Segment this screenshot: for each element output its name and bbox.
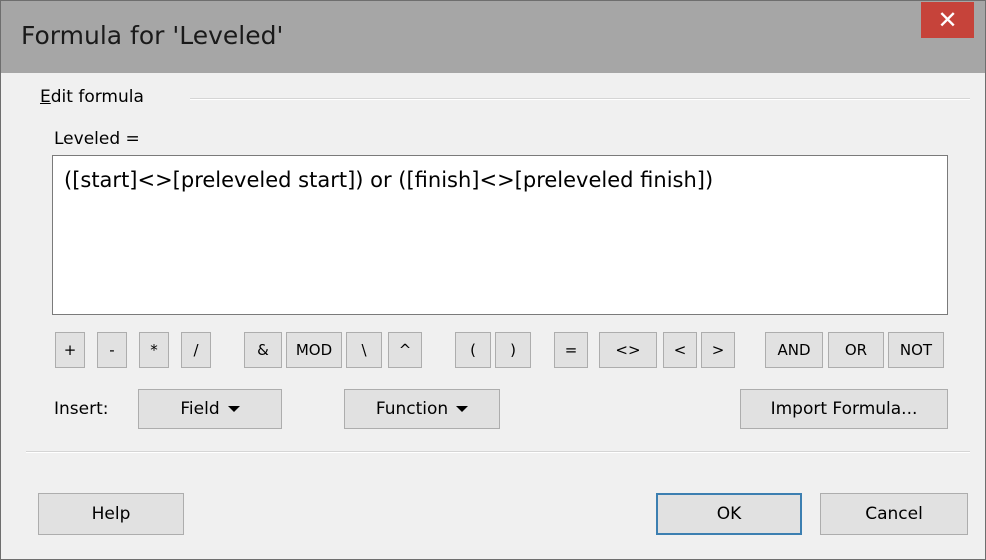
- operator-power-button[interactable]: ^: [388, 332, 422, 368]
- close-button[interactable]: ✕: [921, 2, 974, 38]
- operator-not-equal-button[interactable]: <>: [599, 332, 657, 368]
- operator-and-button[interactable]: AND: [765, 332, 823, 368]
- cancel-button[interactable]: Cancel: [820, 493, 968, 535]
- insert-function-label: Function: [375, 399, 449, 419]
- operator-or-button[interactable]: OR: [828, 332, 884, 368]
- close-icon: ✕: [937, 6, 958, 34]
- formula-field-label: Leveled =: [54, 129, 140, 149]
- operator-minus-button[interactable]: -: [97, 332, 127, 368]
- dialog-title: Formula for 'Leveled': [21, 21, 284, 50]
- operator-multiply-button[interactable]: *: [139, 332, 169, 368]
- operator-not-button[interactable]: NOT: [888, 332, 944, 368]
- operator-greater-than-button[interactable]: >: [701, 332, 735, 368]
- operator-close-paren-button[interactable]: ): [495, 332, 531, 368]
- operator-int-divide-button[interactable]: \: [346, 332, 382, 368]
- insert-function-button[interactable]: Function: [344, 389, 500, 429]
- help-button[interactable]: Help: [38, 493, 184, 535]
- insert-field-label: Field: [180, 399, 220, 419]
- group-label-mnemonic: E: [40, 87, 51, 107]
- formula-dialog: Formula for 'Leveled' ✕ Edit formula Lev…: [0, 0, 986, 560]
- group-label-edit-formula: Edit formula: [40, 87, 144, 107]
- operator-plus-button[interactable]: +: [55, 332, 85, 368]
- footer-divider: [26, 451, 970, 453]
- insert-label: Insert:: [54, 399, 109, 419]
- operator-mod-button[interactable]: MOD: [286, 332, 342, 368]
- title-bar: Formula for 'Leveled' ✕: [1, 1, 985, 73]
- operator-concat-button[interactable]: &: [244, 332, 282, 368]
- formula-input[interactable]: ([start]<>[preleveled start]) or ([finis…: [52, 155, 948, 315]
- operator-less-than-button[interactable]: <: [663, 332, 697, 368]
- group-divider: [190, 98, 970, 100]
- operator-equals-button[interactable]: =: [554, 332, 588, 368]
- ok-button[interactable]: OK: [656, 493, 802, 535]
- dialog-body: Edit formula Leveled = ([start]<>[prelev…: [10, 73, 976, 551]
- operator-open-paren-button[interactable]: (: [455, 332, 491, 368]
- import-formula-button[interactable]: Import Formula...: [740, 389, 948, 429]
- chevron-down-icon: [227, 406, 240, 412]
- chevron-down-icon: [456, 406, 469, 412]
- insert-field-button[interactable]: Field: [138, 389, 282, 429]
- operator-divide-button[interactable]: /: [181, 332, 211, 368]
- group-label-text: dit formula: [50, 87, 144, 107]
